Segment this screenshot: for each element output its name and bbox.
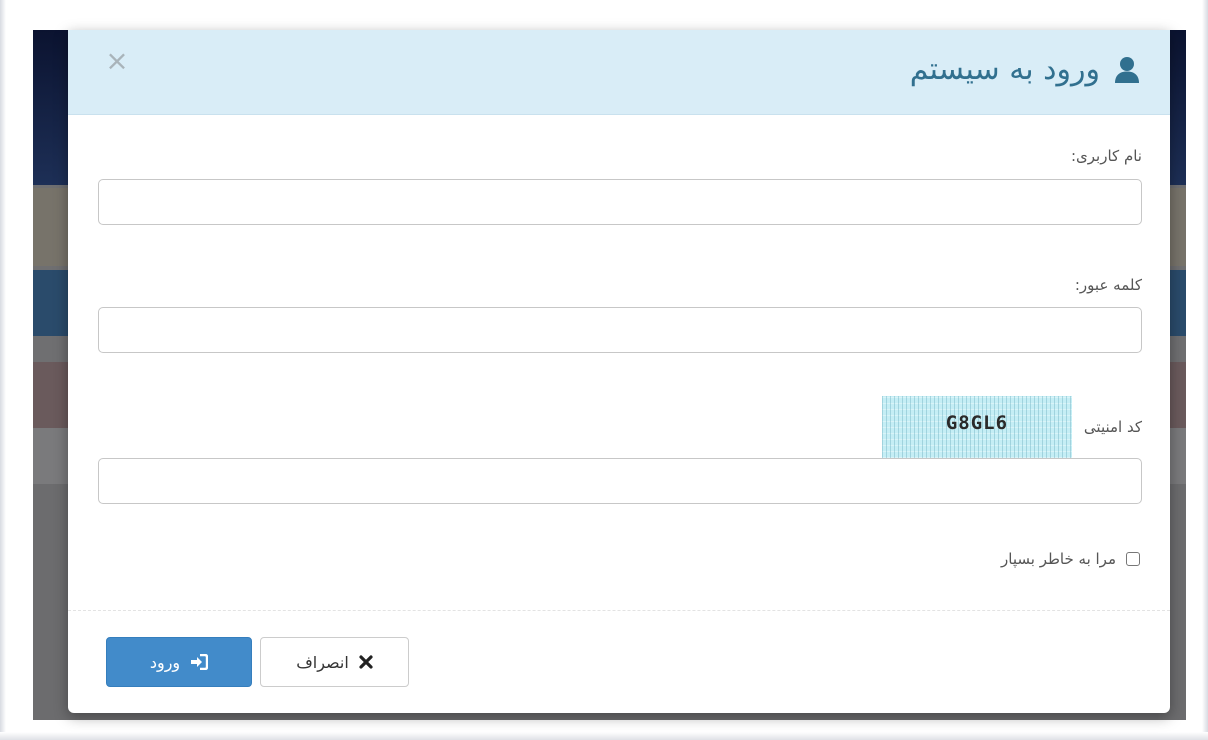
captcha-row: کد امنیتی G8GL6 — [881, 396, 1142, 458]
times-icon — [359, 655, 373, 669]
cancel-button[interactable]: انصراف — [260, 637, 409, 687]
screen: ورود به سیستم × نام کاربری: کلمه عبور: ک… — [0, 0, 1208, 740]
frame-edge-right — [1202, 0, 1208, 740]
password-input[interactable] — [98, 307, 1142, 353]
login-modal: ورود به سیستم × نام کاربری: کلمه عبور: ک… — [68, 30, 1170, 713]
login-button-label: ورود — [149, 652, 181, 672]
modal-title-text: ورود به سیستم — [909, 52, 1100, 87]
user-icon — [1114, 56, 1140, 84]
remember-me-checkbox[interactable] — [1126, 552, 1140, 566]
modal-header: ورود به سیستم × — [68, 30, 1170, 115]
captcha-label: کد امنیتی — [1083, 418, 1142, 436]
modal-title: ورود به سیستم — [910, 50, 1140, 90]
captcha-code: G8GL6 — [945, 412, 1009, 434]
frame-edge-left — [0, 0, 6, 740]
remember-me-row[interactable]: مرا به خاطر بسپار — [1001, 550, 1140, 568]
footer-divider — [68, 610, 1170, 611]
username-label: نام کاربری: — [1070, 147, 1142, 165]
remember-me-label: مرا به خاطر بسپار — [1001, 550, 1116, 568]
captcha-image: G8GL6 — [881, 396, 1072, 458]
frame-edge-bottom — [0, 732, 1208, 740]
captcha-input[interactable] — [98, 458, 1142, 504]
cancel-button-label: انصراف — [296, 652, 349, 672]
login-button[interactable]: ورود — [106, 637, 252, 687]
sign-in-icon — [190, 654, 209, 670]
password-label: کلمه عبور: — [1074, 276, 1142, 294]
close-icon[interactable]: × — [104, 47, 130, 75]
username-input[interactable] — [98, 179, 1142, 225]
